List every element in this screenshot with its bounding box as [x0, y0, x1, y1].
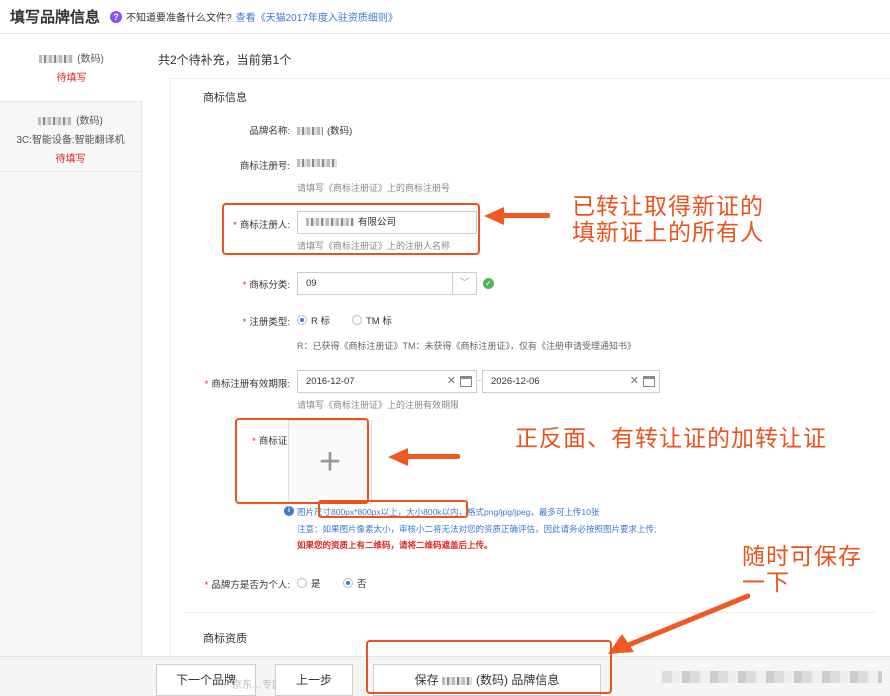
category-select[interactable]: 09 ﹀: [297, 272, 477, 295]
page-header: 填写品牌信息 ? 不知道要准备什么文件? 查看《天猫2017年度入驻资质细则》: [0, 0, 890, 34]
radio-dot: [297, 578, 307, 588]
radio-tm-mark[interactable]: TM 标: [352, 313, 392, 327]
reg-no-value: [297, 158, 341, 169]
radio-dot: [297, 315, 307, 325]
radio-dot: [352, 315, 362, 325]
help-icon: ?: [110, 10, 123, 23]
radio-personal-no[interactable]: 否: [343, 576, 367, 590]
upload-hint-qrcode: 如果您的资质上有二维码，请将二维码遮盖后上传。: [297, 540, 493, 550]
category-label: * 商标分类:: [242, 280, 290, 291]
reg-type-hint: R：已获得《商标注册证》TM：未获得《商标注册证》，仅有《注册申请受理通知书》: [297, 341, 636, 351]
clear-icon[interactable]: ✕: [447, 371, 456, 392]
redacted-brand-mosaic: [38, 117, 73, 126]
sidebar-item-name: (数码): [77, 54, 104, 65]
brand-sidebar: (数码) 待填写 (数码) 3C:智能设备:智能翻译机 待填写: [0, 36, 143, 696]
progress-text: 共2个待补充，当前第1个: [158, 53, 292, 67]
section-title-trademark: 商标信息: [203, 92, 247, 104]
radio-dot: [343, 578, 353, 588]
annotation-note-3: 随时可保存 一下: [742, 543, 862, 596]
sidebar-item-brand-2[interactable]: (数码) 3C:智能设备:智能翻译机 待填写: [0, 102, 141, 172]
info-icon: i: [284, 506, 294, 516]
annotation-box-size: [318, 500, 468, 518]
sidebar-item-status: 待填写: [56, 73, 87, 84]
personal-label: * 品牌方是否为个人:: [204, 580, 290, 591]
validity-label: * 商标注册有效期限:: [204, 379, 290, 390]
reg-no-hint: 请填写《商标注册证》上的商标注册号: [297, 183, 451, 193]
annotation-box-cert: [235, 418, 369, 504]
annotation-arrow-2: [404, 454, 460, 459]
chevron-down-icon: ﹀: [452, 273, 476, 294]
reg-no-label: 商标注册号:: [239, 161, 290, 172]
sidebar-item-category: 3C:智能设备:智能翻译机: [16, 135, 125, 146]
page-title: 填写品牌信息: [10, 9, 101, 26]
check-icon: ✓: [483, 278, 494, 289]
date-range-separator: -: [478, 375, 482, 386]
redacted-footer-strip: [662, 671, 882, 683]
radio-personal-yes[interactable]: 是: [297, 576, 321, 590]
annotation-arrowhead-1: [484, 207, 504, 225]
clear-icon[interactable]: ✕: [630, 371, 639, 392]
sidebar-item-name: (数码): [76, 116, 103, 127]
reg-type-label: * 注册类型:: [242, 317, 290, 328]
validity-start-input[interactable]: 2016-12-07 ✕: [297, 370, 477, 393]
prev-step-button[interactable]: 上一步: [275, 664, 353, 696]
annotation-note-2: 正反面、有转让证的加转让证: [515, 425, 827, 451]
annotation-arrow-1: [500, 213, 550, 218]
upload-hint-note: 注意：如果图片像素太小，审核小二将无法对您的资质正确评估，因此请务必按照图片要求…: [297, 524, 657, 534]
validity-end-input[interactable]: 2026-12-06 ✕: [482, 370, 660, 393]
annotation-note-1: 已转让取得新证的 填新证上的所有人: [572, 193, 764, 246]
sidebar-item-status: 待填写: [55, 154, 86, 165]
redacted-regno-mosaic: [297, 159, 337, 168]
rules-link[interactable]: 查看《天猫2017年度入驻资质细则》: [236, 9, 398, 24]
annotation-box-registrant: [222, 203, 480, 255]
sidebar-item-brand-1[interactable]: (数码) 待填写: [0, 36, 143, 102]
annotation-box-save: [366, 640, 612, 694]
redacted-brand-mosaic: [39, 55, 74, 64]
section-divider: [186, 612, 876, 613]
annotation-arrow-3: [608, 593, 750, 654]
redacted-brand-mosaic: [297, 127, 323, 136]
section-title-qualification: 商标资质: [203, 633, 247, 645]
brand-name-value: (数码): [297, 123, 352, 137]
validity-hint: 请填写《商标注册证》上的注册有效期限: [297, 400, 460, 410]
calendar-icon[interactable]: [643, 376, 655, 387]
calendar-icon[interactable]: [460, 376, 472, 387]
annotation-arrowhead-2: [388, 448, 408, 466]
radio-r-mark[interactable]: R 标: [297, 313, 330, 327]
header-tip: 不知道要准备什么文件?: [126, 13, 232, 24]
brand-name-label: 品牌名称:: [249, 126, 290, 137]
